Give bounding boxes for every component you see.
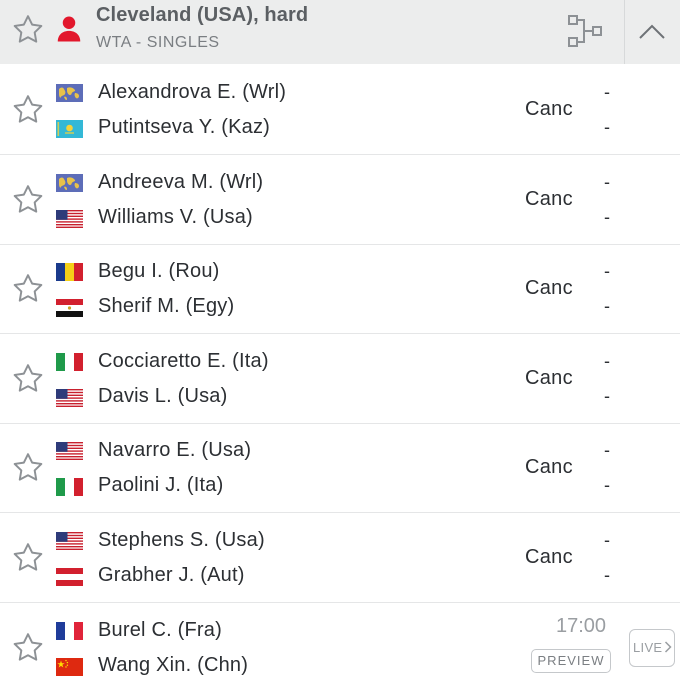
match-row[interactable]: Stephens S. (Usa) Grabher J. (Aut) Canc - - [0,513,680,603]
chevron-up-icon[interactable] [636,16,668,48]
score-player1: - [604,350,610,371]
chevron-right-icon [665,641,672,653]
world-flag-icon [56,173,83,192]
match-row[interactable]: Navarro E. (Usa) Paolini J. (Ita) Canc - - [0,423,680,514]
austria-flag-icon [56,568,83,586]
tournament-header[interactable]: Cleveland (USA), hard WTA - SINGLES [0,0,680,64]
player-name: Navarro E. (Usa) [98,439,252,462]
world-flag-icon [56,84,83,102]
match-row[interactable]: Andreeva M. (Wrl) Williams V. (Usa) Canc - - [0,155,680,245]
score-player2: - [604,565,610,585]
favorite-star-icon[interactable] [10,12,46,48]
score-player1: - [604,171,610,192]
match-status: Canc [525,277,573,300]
draw-bracket-icon[interactable] [566,14,604,48]
favorite-star-icon[interactable] [10,92,46,128]
player-name: Alexandrova E. (Wrl) [98,81,287,103]
score-player2: - [604,117,610,137]
header-divider [624,0,625,64]
match-time: 17:00 [556,614,607,637]
preview-button[interactable]: PREVIEW [531,648,611,673]
usa-flag-icon [56,442,83,461]
score-player1: - [604,82,610,102]
player-name: Andreeva M. (Wrl) [98,170,264,193]
usa-flag-icon [56,532,83,550]
romania-flag-icon [56,263,83,282]
favorite-star-icon[interactable] [10,450,46,486]
live-label: LIVE [633,639,663,655]
player-name: Davis L. (Usa) [98,384,228,407]
match-status: Canc [525,456,573,479]
match-row[interactable]: Alexandrova E. (Wrl) Putintseva Y. (Kaz) C… [0,65,680,155]
match-status: Canc [525,98,573,120]
favorite-star-icon[interactable] [10,361,46,397]
score-player2: - [604,206,610,227]
tournament-subtitle: WTA - SINGLES [96,34,220,51]
player-name: Sherif M. (Egy) [98,295,235,318]
player-name: Wang Xin. (Chn) [98,653,249,676]
france-flag-icon [56,621,83,640]
player-name: Putintseva Y. (Kaz) [98,116,271,138]
match-status: Canc [525,546,573,568]
match-status: Canc [525,187,573,210]
score-player1: - [604,261,610,282]
favorite-star-icon[interactable] [10,630,46,666]
match-status: Canc [525,366,573,389]
match-row[interactable]: Burel C. (Fra) Wang Xin. (Chn) 17:00 PREVIE… [0,603,680,680]
player-name: Williams V. (Usa) [98,205,253,228]
live-button[interactable]: LIVE [629,628,675,667]
score-player1: - [604,440,610,461]
favorite-star-icon[interactable] [10,271,46,307]
player-name: Grabher J. (Aut) [98,564,245,586]
score-player2: - [604,296,610,317]
score-player1: - [604,530,610,550]
tournament-title: Cleveland (USA), hard [96,4,309,26]
match-row[interactable]: Cocciaretto E. (Ita) Davis L. (Usa) Canc - - [0,334,680,424]
favorite-star-icon[interactable] [10,182,46,218]
match-row[interactable]: Begu I. (Rou) Sherif M. (Egy) Canc - - [0,244,680,335]
usa-flag-icon [56,209,83,228]
kazakhstan-flag-icon [56,120,83,138]
egypt-flag-icon [56,299,83,318]
player-name: Stephens S. (Usa) [98,529,265,551]
italy-flag-icon [56,352,83,371]
italy-flag-icon [56,478,83,497]
player-name: Burel C. (Fra) [98,618,222,641]
person-icon [57,16,81,42]
player-name: Paolini J. (Ita) [98,474,224,497]
player-name: Begu I. (Rou) [98,260,220,283]
score-player2: - [604,475,610,496]
score-player2: - [604,385,610,406]
usa-flag-icon [56,388,83,407]
favorite-star-icon[interactable] [10,540,46,576]
player-name: Cocciaretto E. (Ita) [98,349,269,372]
china-flag-icon [56,657,83,676]
